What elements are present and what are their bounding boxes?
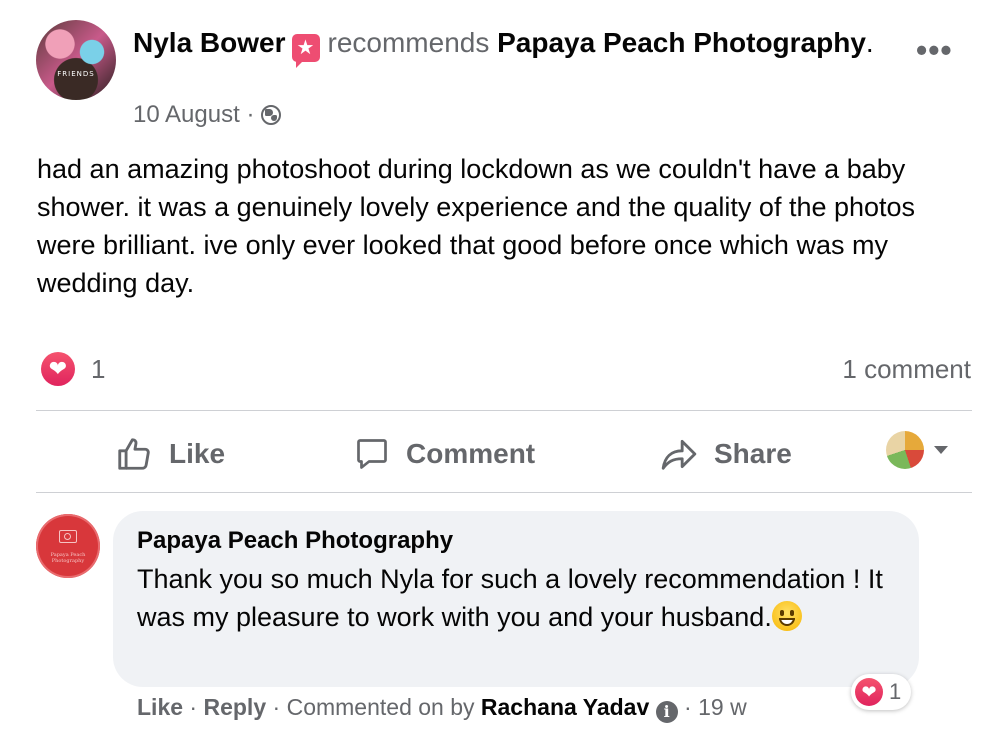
reaction-count[interactable]: 1 (91, 354, 105, 385)
page-name[interactable]: Papaya Peach Photography (497, 27, 866, 58)
divider-bottom (36, 492, 972, 493)
chevron-down-icon (934, 446, 948, 454)
author-avatar[interactable]: FRIENDS (36, 20, 116, 100)
comment-body: Thank you so much Nyla for such a lovely… (137, 564, 883, 632)
meta-separator: · (272, 694, 281, 720)
info-icon[interactable]: i (655, 701, 678, 723)
comment-button[interactable]: Comment (354, 432, 535, 476)
post-date[interactable]: 10 August (133, 101, 240, 128)
comment-label: Comment (406, 438, 536, 469)
commented-on-by: Commented on by (286, 694, 475, 720)
profile-avatar (886, 431, 924, 469)
comment-reactions[interactable]: ❤ 1 (851, 674, 912, 710)
avatar-caption: FRIENDS (57, 70, 95, 78)
love-reaction-icon[interactable]: ❤ (41, 352, 75, 386)
post-header: Nyla Bower ★ recommends Papaya Peach Photo… (133, 24, 913, 68)
love-reaction-icon: ❤ (855, 678, 883, 706)
comment-age[interactable]: 19 w (698, 694, 747, 720)
comment-reaction-count: 1 (889, 679, 902, 704)
comment-author[interactable]: Papaya Peach Photography (137, 527, 453, 555)
like-label: Like (169, 438, 226, 469)
camera-icon (59, 530, 77, 543)
meta-separator: · (246, 101, 255, 128)
share-label: Share (714, 438, 792, 469)
divider-top (36, 410, 972, 411)
post-meta: 10 August · (133, 101, 282, 129)
share-button[interactable]: Share (660, 432, 792, 476)
like-button[interactable]: Like (115, 432, 225, 476)
recommends-text: recommends (327, 27, 490, 58)
recommendation-star-icon: ★ (291, 34, 320, 68)
comment-text: Thank you so much Nyla for such a lovely… (137, 560, 897, 636)
commenter-name[interactable]: Rachana Yadav (481, 694, 649, 720)
comment-meta: Like · Reply · Commented on by Rachana Y… (137, 694, 747, 723)
meta-separator: · (189, 694, 198, 720)
author-name[interactable]: Nyla Bower (133, 27, 286, 58)
profile-switcher[interactable] (886, 431, 948, 469)
meta-separator: · (684, 694, 692, 720)
commenter-avatar[interactable]: Papaya Peach Photography (36, 514, 100, 578)
more-options-icon[interactable]: ••• (916, 34, 953, 66)
share-arrow-icon (661, 439, 697, 470)
header-period: . (865, 27, 874, 58)
comment-bubble-icon (357, 439, 387, 469)
avatar-logo-text: Papaya Peach Photography (50, 552, 86, 564)
comment-count[interactable]: 1 comment (842, 354, 971, 385)
globe-icon (261, 105, 282, 125)
grinning-emoji-icon (771, 601, 802, 631)
comment-like-link[interactable]: Like (137, 694, 183, 720)
comment-reply-link[interactable]: Reply (203, 694, 266, 720)
post-text: had an amazing photoshoot during lockdow… (37, 154, 916, 298)
thumbs-up-icon (118, 438, 150, 470)
